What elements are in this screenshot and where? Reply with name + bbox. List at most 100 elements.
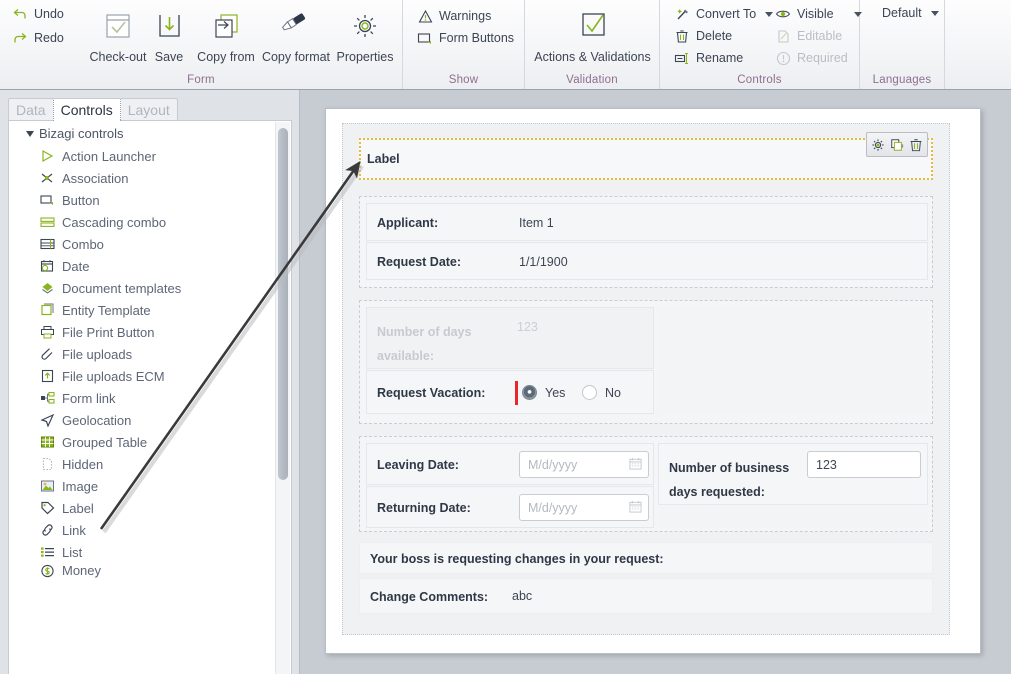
control-label: Date [62,258,90,274]
ribbon-group-title-show: Show [448,74,479,86]
row-leaving-date[interactable]: Leaving Date: M/d/yyyy [366,443,654,485]
undo-button[interactable]: Undo [12,6,64,22]
control-item-list[interactable]: List [9,541,275,563]
delete-trash-icon[interactable] [908,137,924,153]
control-item-cascading-combo[interactable]: Cascading combo [9,211,275,233]
warnings-button[interactable]: Warnings [417,8,491,24]
controls-scrollbar[interactable] [275,122,290,674]
chevron-down-icon[interactable] [930,10,939,16]
undo-icon [12,6,28,22]
control-item-date[interactable]: Date [9,255,275,277]
tab-layout[interactable]: Layout [119,98,178,121]
control-item-button[interactable]: Button [9,189,275,211]
tree-root-bizagi-controls[interactable]: Bizagi controls [9,121,275,145]
delete-button[interactable]: Delete [674,28,732,44]
returning-date-input[interactable]: M/d/yyyy [519,494,649,521]
leaving-date-label: Leaving Date: [377,458,459,472]
required-label: Required [797,51,848,65]
tab-controls-label: Controls [60,102,113,118]
control-item-image[interactable]: Image [9,475,275,497]
expand-triangle-icon[interactable] [26,130,34,137]
properties-button[interactable]: Properties [330,4,400,66]
calendar-clock-icon [39,258,55,274]
control-item-link[interactable]: Link [9,519,275,541]
control-item-money[interactable]: Money [9,563,275,578]
control-label: Action Launcher [62,148,156,164]
control-item-geolocation[interactable]: Geolocation [9,409,275,431]
form-buttons-button[interactable]: Form Buttons [417,30,514,46]
row-applicant[interactable]: Applicant: Item 1 [366,203,928,241]
business-days-input[interactable]: 123 [807,451,921,478]
rename-button[interactable]: Rename [674,50,743,66]
control-item-entity-template[interactable]: Entity Template [9,299,275,321]
bizagi-form-designer-window: Undo Redo Check-out Save Copy from Copy … [0,0,1011,674]
chevron-down-icon[interactable] [765,11,774,17]
control-item-form-link[interactable]: Form link [9,387,275,409]
selected-label-widget[interactable]: Label [359,132,933,180]
controls-tree: Bizagi controls Action Launcher Associat… [8,120,292,674]
scrollbar-thumb[interactable] [278,128,288,480]
control-item-grouped-table[interactable]: Grouped Table [9,431,275,453]
control-item-document-templates[interactable]: Document templates [9,277,275,299]
row-change-comments[interactable]: Change Comments: abc [359,578,933,614]
label-widget-text: Label [367,152,400,166]
undo-label: Undo [34,7,64,21]
calendar-icon[interactable] [629,457,642,473]
request-vacation-label: Request Vacation: [377,386,486,400]
applicant-label: Applicant: [377,216,439,230]
required-toggle[interactable]: Required [775,50,848,66]
row-request-vacation[interactable]: Request Vacation: Yes No [366,370,654,414]
returning-date-placeholder: M/d/yyyy [528,500,578,515]
row-business-days[interactable]: Number of business days requested: 123 [658,443,928,505]
convert-to-label: Convert To [696,7,757,21]
tab-data[interactable]: Data [8,98,54,121]
required-alert-icon [775,50,791,66]
delete-trash-icon [674,28,690,44]
redo-button[interactable]: Redo [12,30,64,46]
tag-icon [39,500,55,516]
validation-check-icon [526,4,659,48]
language-selector-button[interactable]: Default [882,6,939,20]
control-item-hidden[interactable]: Hidden [9,453,275,475]
properties-gear-icon[interactable] [870,137,886,153]
tab-layout-label: Layout [127,102,170,118]
row-returning-date[interactable]: Returning Date: M/d/yyyy [366,486,654,528]
copy-from-button[interactable]: Copy from [188,4,264,66]
upload-box-icon [39,368,55,384]
tab-controls[interactable]: Controls [52,98,121,121]
copy-format-button[interactable]: Copy format [258,4,334,66]
control-item-combo[interactable]: Combo [9,233,275,255]
calendar-icon[interactable] [629,500,642,516]
control-item-action-launcher[interactable]: Action Launcher [9,145,275,167]
radio-no[interactable] [582,385,597,400]
visible-toggle[interactable]: Visible [775,6,862,22]
request-date-value: 1/1/1900 [519,255,568,269]
form-sheet: Label Applicant: Item 1 Request Date: 1/… [325,108,981,654]
duplicate-icon[interactable] [889,137,905,153]
actions-validations-button[interactable]: Actions & Validations [526,4,659,66]
radio-yes[interactable] [522,385,537,400]
control-item-file-print-button[interactable]: File Print Button [9,321,275,343]
control-label: Money [62,563,102,578]
row-days-available[interactable]: Number of days available: 123 [366,307,654,369]
row-request-date[interactable]: Request Date: 1/1/1900 [366,242,928,280]
eye-icon [775,6,791,22]
boss-notice-text: Your boss is requesting changes in your … [370,552,664,566]
control-item-file-uploads[interactable]: File uploads [9,343,275,365]
redo-label: Redo [34,31,64,45]
ribbon-group-form: Undo Redo Check-out Save Copy from Copy … [0,0,403,89]
leaving-date-placeholder: M/d/yyyy [528,457,578,472]
leaving-date-input[interactable]: M/d/yyyy [519,451,649,478]
control-item-label[interactable]: Label [9,497,275,519]
redo-icon [12,30,28,46]
cascading-combo-icon [39,214,55,230]
control-item-file-uploads-ecm[interactable]: File uploads ECM [9,365,275,387]
ribbon-group-show: Warnings Form Buttons Show [403,0,525,89]
business-days-value: 123 [816,457,837,472]
dollar-circle-icon [39,563,55,578]
control-item-association[interactable]: Association [9,167,275,189]
tab-data-label: Data [16,102,46,118]
control-label: Image [62,478,99,494]
editable-toggle[interactable]: Editable [775,28,842,44]
convert-to-button[interactable]: Convert To [674,6,774,22]
